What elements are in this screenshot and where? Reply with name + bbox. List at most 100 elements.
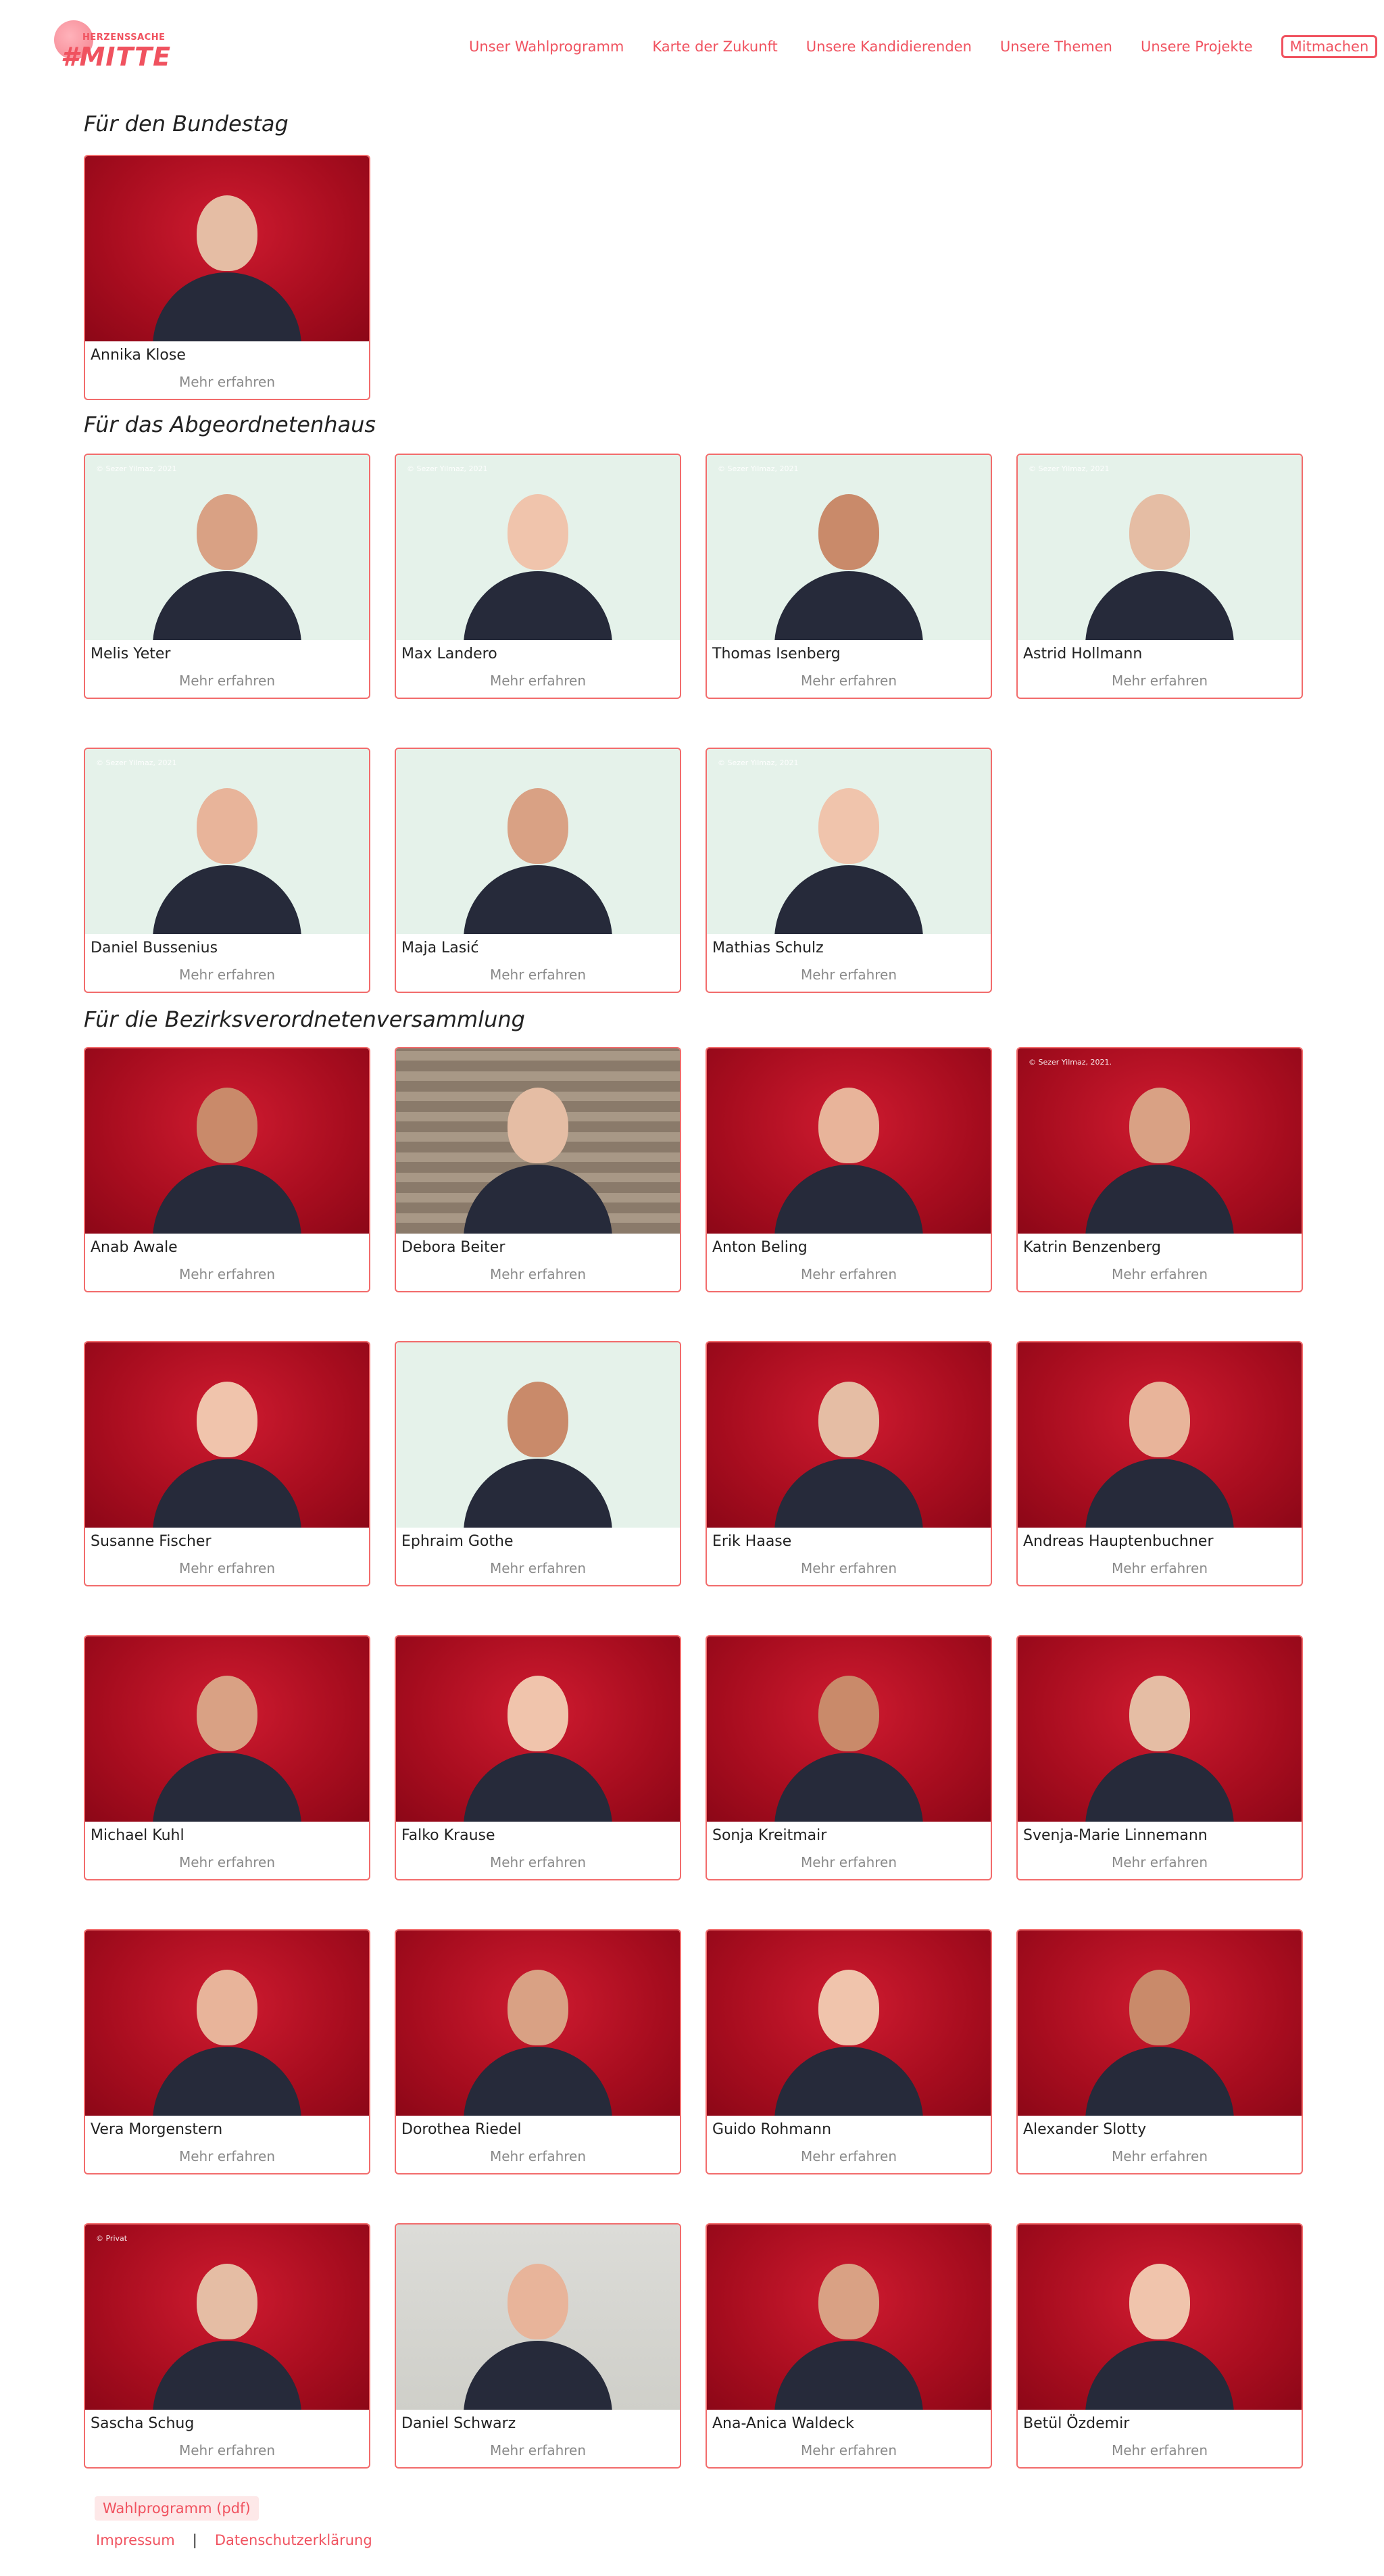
- mehr-erfahren-link[interactable]: Mehr erfahren: [1018, 2442, 1302, 2458]
- portrait-body: [1085, 2047, 1234, 2116]
- mehr-erfahren-link[interactable]: Mehr erfahren: [396, 1854, 680, 1870]
- logo-tagline: HERZENSSACHE: [82, 32, 166, 43]
- mehr-erfahren-link[interactable]: Mehr erfahren: [85, 374, 369, 390]
- impressum-link[interactable]: Impressum: [96, 2532, 175, 2548]
- candidate-card[interactable]: Michael Kuhl Mehr erfahren: [84, 1635, 370, 1880]
- candidate-card[interactable]: Anab Awale Mehr erfahren: [84, 1047, 370, 1292]
- candidate-card[interactable]: Ana-Anica Waldeck Mehr erfahren: [706, 2223, 992, 2469]
- candidate-name: Astrid Hollmann: [1023, 646, 1143, 662]
- candidate-card[interactable]: © Sezer Yilmaz, 2021 Mathias Schulz Mehr e…: [706, 748, 992, 993]
- photo-copyright: © Sezer Yilmaz, 2021: [407, 464, 488, 473]
- site-logo[interactable]: HERZENSSACHE #MITTE: [51, 18, 170, 72]
- candidate-card[interactable]: Annika Klose Mehr erfahren: [84, 155, 370, 400]
- mehr-erfahren-link[interactable]: Mehr erfahren: [85, 673, 369, 689]
- candidate-name: Daniel Bussenius: [91, 940, 218, 956]
- portrait-body: [1085, 1753, 1234, 1822]
- nav-item-themen[interactable]: Unsere Themen: [1000, 39, 1112, 55]
- candidate-card[interactable]: Svenja-Marie Linnemann Mehr erfahren: [1016, 1635, 1303, 1880]
- mehr-erfahren-link[interactable]: Mehr erfahren: [85, 2148, 369, 2164]
- mehr-erfahren-link[interactable]: Mehr erfahren: [396, 2148, 680, 2164]
- mehr-erfahren-link[interactable]: Mehr erfahren: [1018, 1560, 1302, 1576]
- mitmachen-button[interactable]: Mitmachen: [1281, 35, 1378, 58]
- candidate-name: Erik Haase: [712, 1533, 792, 1550]
- mehr-erfahren-link[interactable]: Mehr erfahren: [396, 673, 680, 689]
- portrait-head: [508, 1970, 568, 2045]
- mehr-erfahren-link[interactable]: Mehr erfahren: [85, 2442, 369, 2458]
- mehr-erfahren-link[interactable]: Mehr erfahren: [85, 1560, 369, 1576]
- candidate-photo: [1018, 2225, 1302, 2410]
- portrait-head: [508, 2264, 568, 2339]
- candidate-photo: [396, 1048, 680, 1234]
- portrait-body: [774, 1165, 923, 1234]
- mehr-erfahren-link[interactable]: Mehr erfahren: [707, 1560, 991, 1576]
- candidate-card[interactable]: Dorothea Riedel Mehr erfahren: [395, 1929, 681, 2174]
- candidate-name: Falko Krause: [401, 1827, 495, 1844]
- candidate-card[interactable]: Anton Beling Mehr erfahren: [706, 1047, 992, 1292]
- candidate-photo: [396, 1636, 680, 1822]
- mehr-erfahren-link[interactable]: Mehr erfahren: [1018, 673, 1302, 689]
- datenschutz-link[interactable]: Datenschutzerklärung: [215, 2532, 372, 2548]
- candidate-card[interactable]: © Privat Sascha Schug Mehr erfahren: [84, 2223, 370, 2469]
- mehr-erfahren-link[interactable]: Mehr erfahren: [396, 2442, 680, 2458]
- portrait-head: [818, 2264, 879, 2339]
- candidate-card[interactable]: Betül Özdemir Mehr erfahren: [1016, 2223, 1303, 2469]
- candidate-card[interactable]: Falko Krause Mehr erfahren: [395, 1635, 681, 1880]
- mehr-erfahren-link[interactable]: Mehr erfahren: [707, 2442, 991, 2458]
- mehr-erfahren-link[interactable]: Mehr erfahren: [85, 1266, 369, 1282]
- mehr-erfahren-link[interactable]: Mehr erfahren: [1018, 2148, 1302, 2164]
- candidate-card[interactable]: Ephraim Gothe Mehr erfahren: [395, 1341, 681, 1586]
- mehr-erfahren-link[interactable]: Mehr erfahren: [707, 673, 991, 689]
- nav-item-kandidierende[interactable]: Unsere Kandidierenden: [806, 39, 972, 55]
- mehr-erfahren-link[interactable]: Mehr erfahren: [707, 1854, 991, 1870]
- candidate-card[interactable]: © Sezer Yilmaz, 2021 Astrid Hollmann Mehr …: [1016, 454, 1303, 699]
- mehr-erfahren-link[interactable]: Mehr erfahren: [396, 1560, 680, 1576]
- candidate-card[interactable]: © Sezer Yilmaz, 2021 Max Landero Mehr erfa…: [395, 454, 681, 699]
- wahlprogramm-pdf-link[interactable]: Wahlprogramm (pdf): [95, 2496, 259, 2521]
- portrait-head: [1129, 1382, 1190, 1457]
- candidate-card[interactable]: Daniel Schwarz Mehr erfahren: [395, 2223, 681, 2469]
- mehr-erfahren-link[interactable]: Mehr erfahren: [85, 1854, 369, 1870]
- portrait-body: [153, 571, 301, 640]
- candidate-card[interactable]: Guido Rohmann Mehr erfahren: [706, 1929, 992, 2174]
- candidate-card[interactable]: © Sezer Yilmaz, 2021 Daniel Bussenius Mehr…: [84, 748, 370, 993]
- nav-item-projekte[interactable]: Unsere Projekte: [1141, 39, 1253, 55]
- portrait-body: [153, 865, 301, 934]
- portrait-body: [153, 272, 301, 341]
- candidate-card[interactable]: Susanne Fischer Mehr erfahren: [84, 1341, 370, 1586]
- portrait-body: [774, 2047, 923, 2116]
- candidate-card[interactable]: © Sezer Yilmaz, 2021. Katrin Benzenberg Me…: [1016, 1047, 1303, 1292]
- candidate-photo: [707, 1930, 991, 2116]
- candidate-card[interactable]: Debora Beiter Mehr erfahren: [395, 1047, 681, 1292]
- candidate-card[interactable]: Vera Morgenstern Mehr erfahren: [84, 1929, 370, 2174]
- candidate-photo: [85, 156, 369, 341]
- mehr-erfahren-link[interactable]: Mehr erfahren: [1018, 1266, 1302, 1282]
- candidate-card[interactable]: Alexander Slotty Mehr erfahren: [1016, 1929, 1303, 2174]
- candidate-photo: [85, 1048, 369, 1234]
- portrait-head: [818, 1970, 879, 2045]
- candidate-card[interactable]: Maja Lasić Mehr erfahren: [395, 748, 681, 993]
- candidate-name: Debora Beiter: [401, 1239, 505, 1256]
- portrait-body: [153, 1753, 301, 1822]
- candidate-card[interactable]: Erik Haase Mehr erfahren: [706, 1341, 992, 1586]
- nav-item-karte[interactable]: Karte der Zukunft: [652, 39, 777, 55]
- candidate-name: Daniel Schwarz: [401, 2415, 516, 2432]
- nav-item-wahlprogramm[interactable]: Unser Wahlprogramm: [469, 39, 624, 55]
- mehr-erfahren-link[interactable]: Mehr erfahren: [85, 967, 369, 983]
- candidate-card[interactable]: © Sezer Yilmaz, 2021 Melis Yeter Mehr erfa…: [84, 454, 370, 699]
- candidate-card[interactable]: © Sezer Yilmaz, 2021 Thomas Isenberg Mehr …: [706, 454, 992, 699]
- candidate-card[interactable]: Andreas Hauptenbuchner Mehr erfahren: [1016, 1341, 1303, 1586]
- mehr-erfahren-link[interactable]: Mehr erfahren: [707, 2148, 991, 2164]
- mehr-erfahren-link[interactable]: Mehr erfahren: [707, 967, 991, 983]
- portrait-body: [464, 1459, 612, 1528]
- mehr-erfahren-link[interactable]: Mehr erfahren: [396, 967, 680, 983]
- mehr-erfahren-link[interactable]: Mehr erfahren: [707, 1266, 991, 1282]
- candidate-photo: [85, 1636, 369, 1822]
- photo-copyright: © Sezer Yilmaz, 2021: [96, 758, 177, 767]
- candidate-name: Anab Awale: [91, 1239, 178, 1256]
- mehr-erfahren-link[interactable]: Mehr erfahren: [1018, 1854, 1302, 1870]
- mehr-erfahren-link[interactable]: Mehr erfahren: [396, 1266, 680, 1282]
- candidate-card[interactable]: Sonja Kreitmair Mehr erfahren: [706, 1635, 992, 1880]
- candidate-name: Dorothea Riedel: [401, 2121, 522, 2138]
- portrait-body: [1085, 1459, 1234, 1528]
- candidate-name: Mathias Schulz: [712, 940, 824, 956]
